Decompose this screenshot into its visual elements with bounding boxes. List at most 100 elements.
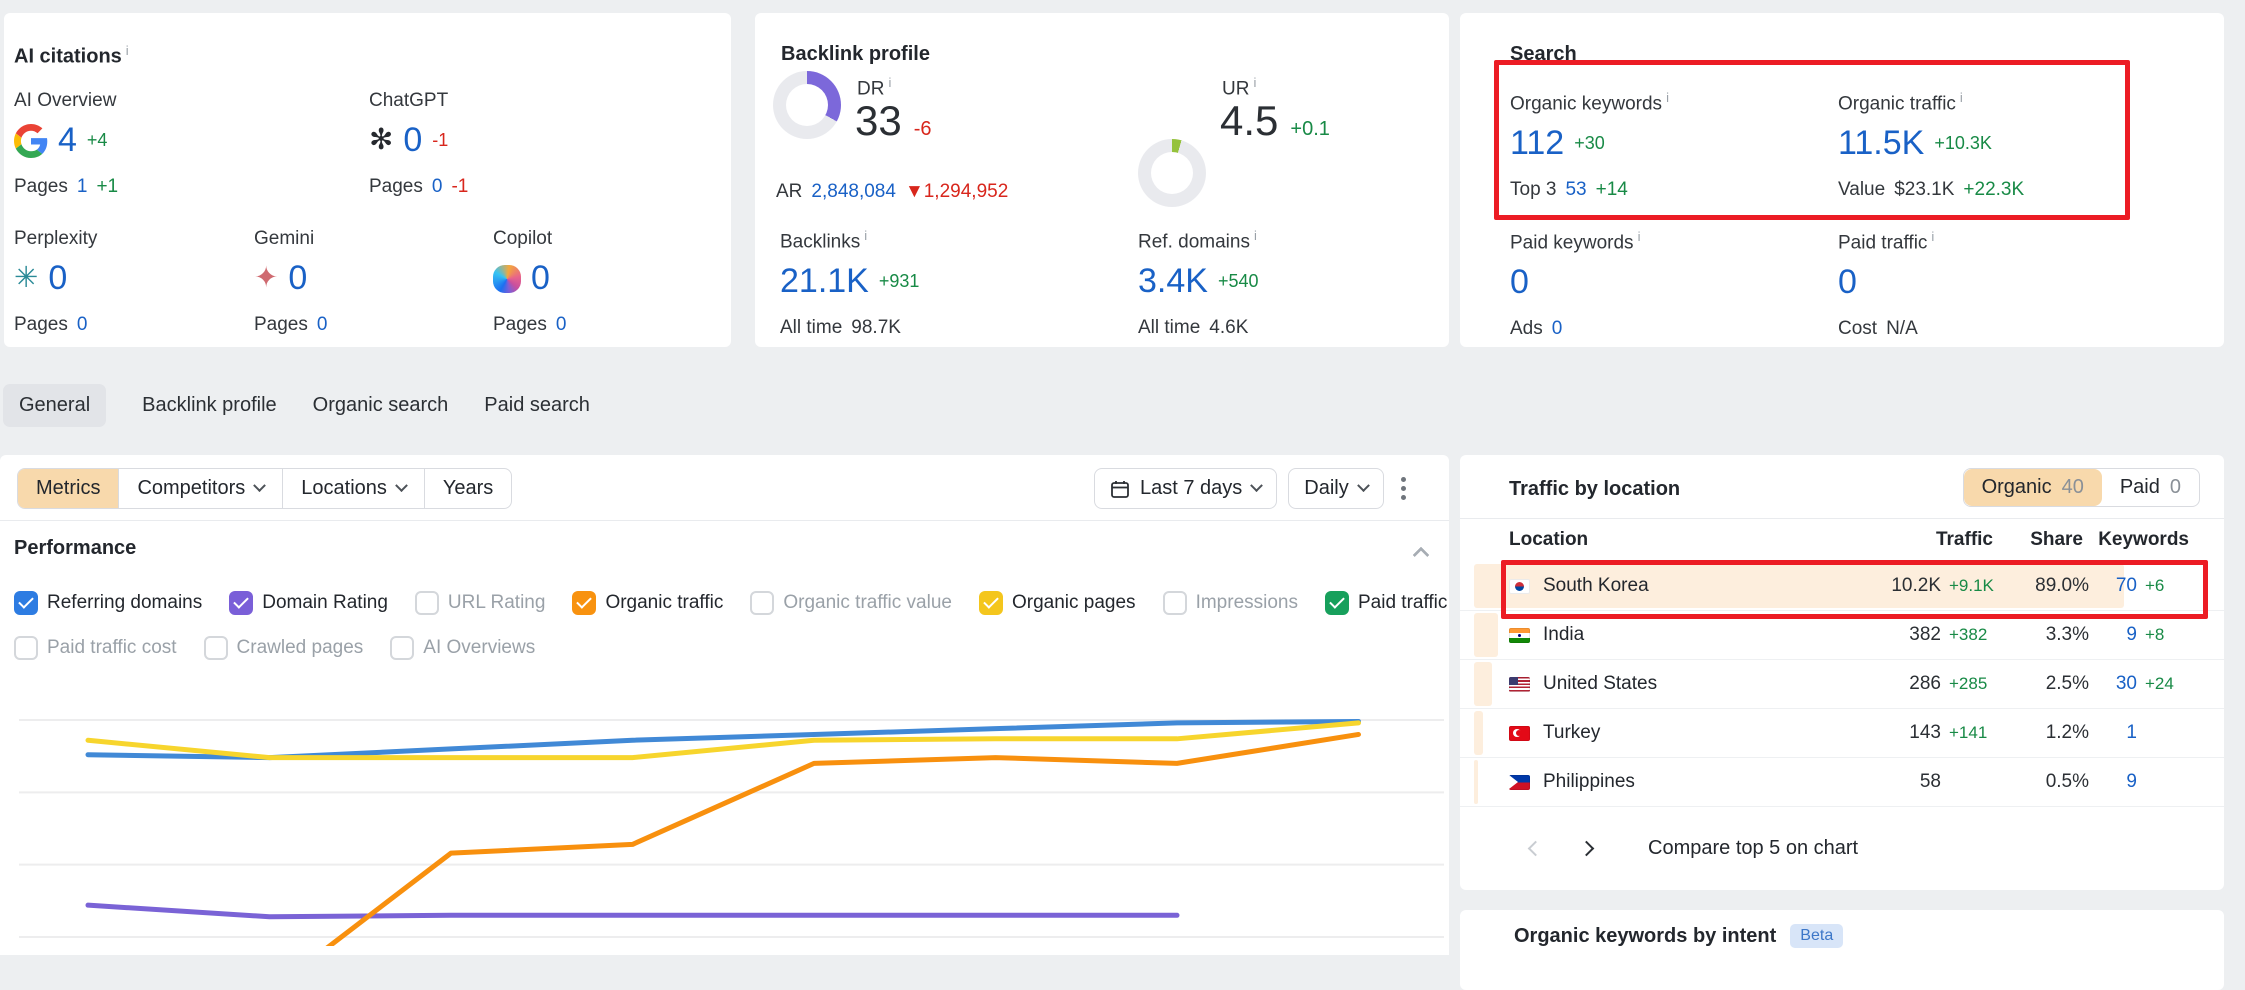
date-range-button[interactable]: Last 7 days [1094, 468, 1277, 509]
stat-delta: +4 [87, 130, 108, 151]
chevron-down-icon [395, 479, 408, 492]
table-row-india[interactable]: India 382 +382 3.3% 9 +8 [1460, 611, 2224, 660]
ur-delta: +0.1 [1290, 118, 1329, 141]
locations-button[interactable]: Locations [282, 469, 424, 508]
backlink-profile-card: Backlink profile DRi 33 -6 AR 2,848,084 … [755, 13, 1449, 347]
checkbox-box [14, 591, 38, 615]
checkbox-box [979, 591, 1003, 615]
checkbox-organic-traffic-value[interactable]: Organic traffic value [750, 591, 952, 615]
checkbox-organic-pages[interactable]: Organic pages [979, 591, 1136, 615]
stat-organic-keywords: Organic keywordsi 112 +30 Top 353+14 [1510, 90, 1669, 201]
date-controls: Last 7 days Daily [1094, 468, 1412, 509]
keywords-by-intent-card: Organic keywords by intent Beta [1460, 910, 2224, 990]
checkbox-impressions[interactable]: Impressions [1163, 591, 1298, 615]
table-row-united-states[interactable]: United States 286 +285 2.5% 30 +24 [1460, 660, 2224, 709]
stat-copilot: Copilot 0 Pages0 [493, 228, 566, 336]
performance-card: Metrics Competitors Locations Years Last… [0, 455, 1449, 955]
toggle-organic[interactable]: Organic40 [1964, 469, 2102, 506]
info-icon[interactable]: i [126, 43, 129, 58]
tab-paid-search[interactable]: Paid search [484, 384, 590, 427]
collapse-chevron-icon[interactable] [1413, 547, 1430, 564]
stat-ref-domains: Ref. domainsi 3.4K +540 All time4.6K [1138, 228, 1259, 339]
checkbox-box [204, 636, 228, 660]
info-icon[interactable]: i [1253, 75, 1256, 90]
share-bar [1474, 711, 1483, 755]
checkbox-box [390, 636, 414, 660]
metric-checkbox-row-2: Paid traffic cost Crawled pages AI Overv… [14, 636, 535, 660]
dr-donut-gauge [773, 71, 841, 139]
stat-gemini: Gemini ✦ 0 Pages0 [254, 228, 327, 336]
ar-row: AR 2,848,084 ▼1,294,952 [776, 181, 1008, 203]
checkbox-box [1163, 591, 1187, 615]
tab-organic-search[interactable]: Organic search [313, 384, 449, 427]
ai-citations-title: AI citationsi [14, 43, 129, 69]
dr-delta: -6 [914, 118, 932, 141]
perplexity-icon: ✳ [14, 264, 38, 293]
share-bar [1474, 662, 1492, 706]
checkbox-ai-overviews[interactable]: AI Overviews [390, 636, 535, 660]
chevron-down-icon [1250, 479, 1263, 492]
info-icon[interactable]: i [1638, 229, 1641, 244]
kebab-menu-icon[interactable] [1395, 471, 1412, 506]
granularity-button[interactable]: Daily [1288, 468, 1383, 509]
google-icon [14, 124, 48, 158]
divider [0, 520, 1449, 521]
stat-backlinks: Backlinksi 21.1K +931 All time98.7K [780, 228, 919, 339]
prev-page-icon[interactable] [1528, 841, 1544, 857]
keywords-by-intent-title: Organic keywords by intent [1514, 925, 1776, 948]
checkbox-url-rating[interactable]: URL Rating [415, 591, 546, 615]
next-page-icon[interactable] [1579, 841, 1595, 857]
location-table-body: South Korea 10.2K +9.1K 89.0% 70 +6 Indi… [1460, 562, 2224, 807]
checkbox-domain-rating[interactable]: Domain Rating [229, 591, 388, 615]
table-row-turkey[interactable]: Turkey 143 +141 1.2% 1 [1460, 709, 2224, 758]
toggle-paid[interactable]: Paid0 [2102, 469, 2199, 506]
table-row-philippines[interactable]: Philippines 58 0.5% 9 [1460, 758, 2224, 807]
south-korea-flag-icon [1509, 579, 1530, 594]
info-icon[interactable]: i [1254, 228, 1257, 243]
copilot-icon [493, 265, 521, 293]
traffic-by-location-title: Traffic by location [1509, 478, 1680, 501]
share-bar [1474, 760, 1478, 804]
info-icon[interactable]: i [1960, 90, 1963, 105]
checkbox-box [229, 591, 253, 615]
chatgpt-icon: ✻ [369, 126, 393, 155]
info-icon[interactable]: i [1931, 229, 1934, 244]
seo-dashboard: { "ai_citations": { "title": "AI citatio… [0, 0, 2245, 946]
united-states-flag-icon [1509, 677, 1530, 692]
stat-organic-traffic: Organic traffici 11.5K +10.3K Value$23.1… [1838, 90, 2024, 201]
ur-donut-gauge [1138, 139, 1206, 207]
years-button[interactable]: Years [424, 469, 511, 508]
turkey-flag-icon [1509, 726, 1530, 741]
divider [1460, 518, 2224, 519]
checkbox-paid-traffic[interactable]: Paid traffic [1325, 591, 1447, 615]
checkbox-box [14, 636, 38, 660]
checkbox-box [1325, 591, 1349, 615]
compare-top5-link[interactable]: Compare top 5 on chart [1648, 837, 1858, 860]
checkbox-organic-traffic[interactable]: Organic traffic [572, 591, 723, 615]
search-title: Search [1510, 43, 1577, 66]
ur-value: 4.5 [1220, 97, 1278, 145]
checkbox-referring-domains[interactable]: Referring domains [14, 591, 202, 615]
location-table-header: Location Traffic Share Keywords [1509, 529, 2189, 551]
stat-chatgpt: ChatGPT ✻ 0 -1 Pages0-1 [369, 90, 468, 198]
backlink-profile-title: Backlink profile [781, 43, 930, 66]
tab-general[interactable]: General [3, 384, 106, 427]
checkbox-box [415, 591, 439, 615]
table-row-south-korea[interactable]: South Korea 10.2K +9.1K 89.0% 70 +6 [1460, 562, 2224, 611]
tab-backlink-profile[interactable]: Backlink profile [142, 384, 277, 427]
philippines-flag-icon [1509, 775, 1530, 790]
checkbox-box [572, 591, 596, 615]
organic-paid-toggle: Organic40 Paid0 [1963, 468, 2200, 507]
checkbox-crawled-pages[interactable]: Crawled pages [204, 636, 364, 660]
ai-citations-card: AI citationsi AI Overview 4 +4 Pages1+1 … [4, 13, 731, 347]
info-icon[interactable]: i [888, 75, 891, 90]
metrics-button[interactable]: Metrics [18, 469, 118, 508]
table-footer: Compare top 5 on chart [1530, 837, 1858, 860]
info-icon[interactable]: i [1666, 90, 1669, 105]
stat-perplexity: Perplexity ✳ 0 Pages0 [14, 228, 97, 336]
chevron-down-icon [1357, 479, 1370, 492]
checkbox-paid-traffic-cost[interactable]: Paid traffic cost [14, 636, 177, 660]
beta-badge: Beta [1790, 924, 1843, 948]
info-icon[interactable]: i [864, 228, 867, 243]
competitors-button[interactable]: Competitors [118, 469, 282, 508]
